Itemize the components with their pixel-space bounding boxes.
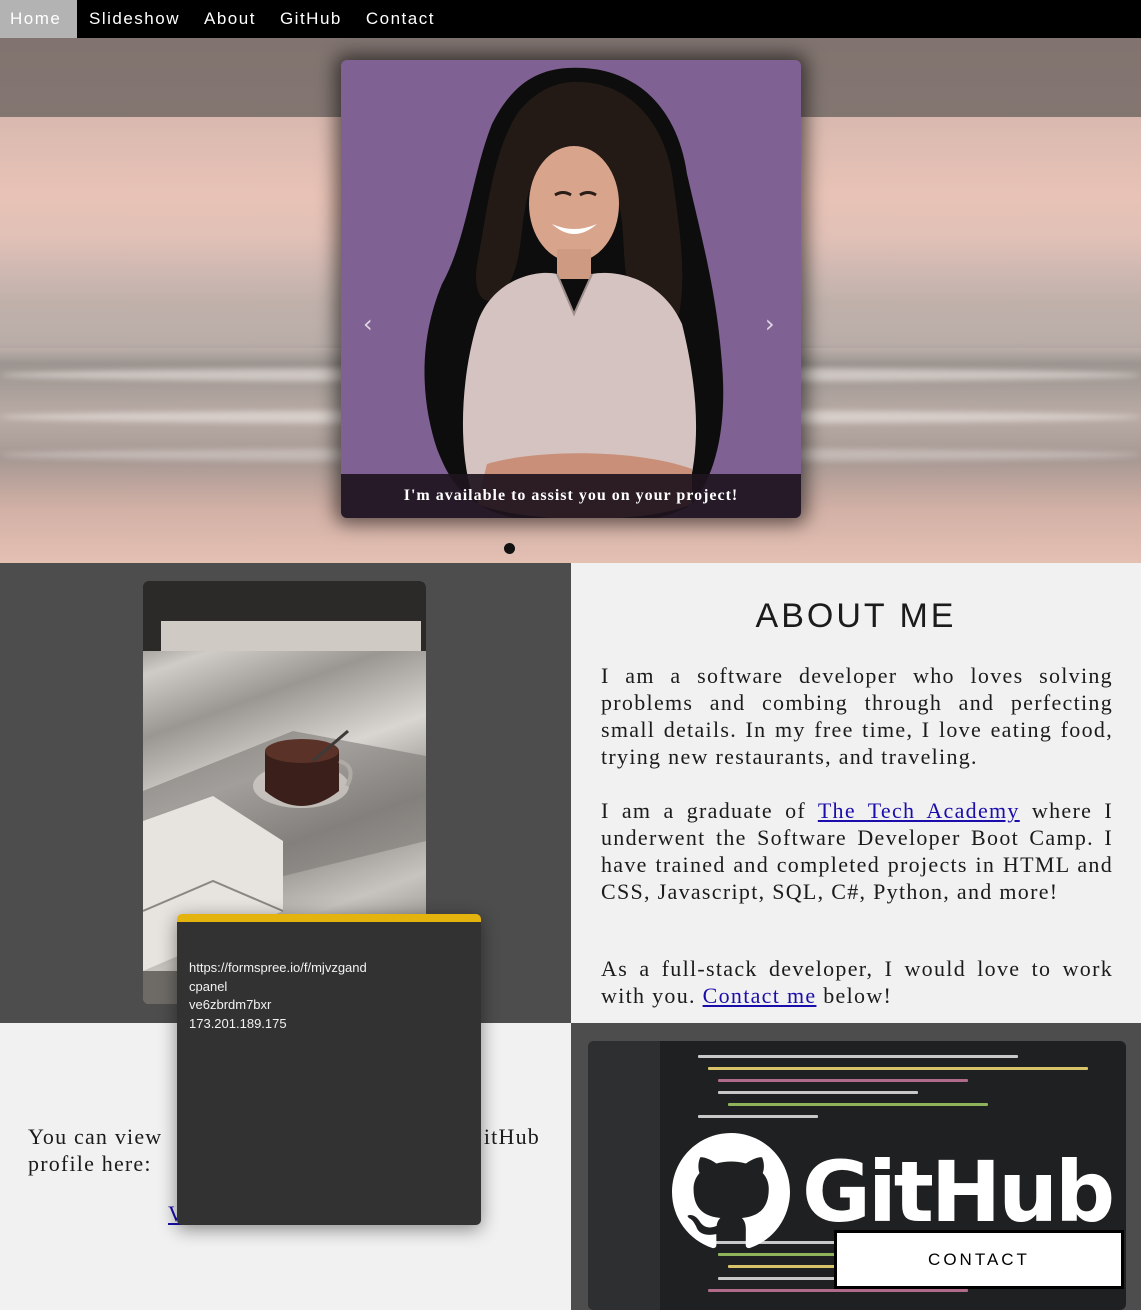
next-slide-icon[interactable]: › (765, 310, 775, 338)
nav-contact[interactable]: Contact (354, 0, 447, 38)
about-paragraph-2: I am a graduate of The Tech Academy wher… (601, 798, 1113, 904)
nav-home[interactable]: Home (0, 0, 77, 38)
popup-line-url: https://formspree.io/f/mjvzgand (189, 960, 367, 975)
top-nav: Home Slideshow About GitHub Contact (0, 0, 1141, 38)
slideshow-slide: ‹ › I'm available to assist you on your … (341, 60, 801, 518)
slide-caption: I'm available to assist you on your proj… (403, 487, 739, 504)
popup-line-ip: 173.201.189.175 (189, 1015, 287, 1031)
tech-academy-link[interactable]: The Tech Academy (818, 798, 1020, 823)
github-wordmark: GitHub (802, 1143, 1115, 1241)
popup-line-label: cpanel (189, 978, 228, 994)
github-octocat-icon (672, 1133, 790, 1249)
nav-about[interactable]: About (192, 0, 268, 38)
about-text-panel: ABOUT ME I am a software developer who l… (571, 563, 1141, 1023)
contact-me-link[interactable]: Contact me (703, 983, 817, 1008)
about-paragraph-3: As a full-stack developer, I would love … (601, 956, 1113, 1008)
nav-github[interactable]: GitHub (268, 0, 354, 38)
hero-beach-background: ‹ › I'm available to assist you on your … (0, 38, 1141, 563)
about-title: ABOUT ME (755, 597, 957, 635)
prev-slide-icon[interactable]: ‹ (363, 310, 373, 338)
popup-line-code: ve6zbrdm7bxr (189, 997, 272, 1012)
about-paragraph-1: I am a software developer who loves solv… (601, 663, 1113, 769)
slide-caption-bar: I'm available to assist you on your proj… (341, 474, 801, 518)
slide-indicator-dot[interactable] (504, 543, 515, 554)
credentials-popup[interactable]: https://formspree.io/f/mjvzgand cpanel v… (177, 914, 481, 1225)
portrait-image (424, 67, 724, 518)
contact-button[interactable]: CONTACT (834, 1230, 1124, 1289)
nav-slideshow[interactable]: Slideshow (77, 0, 192, 38)
